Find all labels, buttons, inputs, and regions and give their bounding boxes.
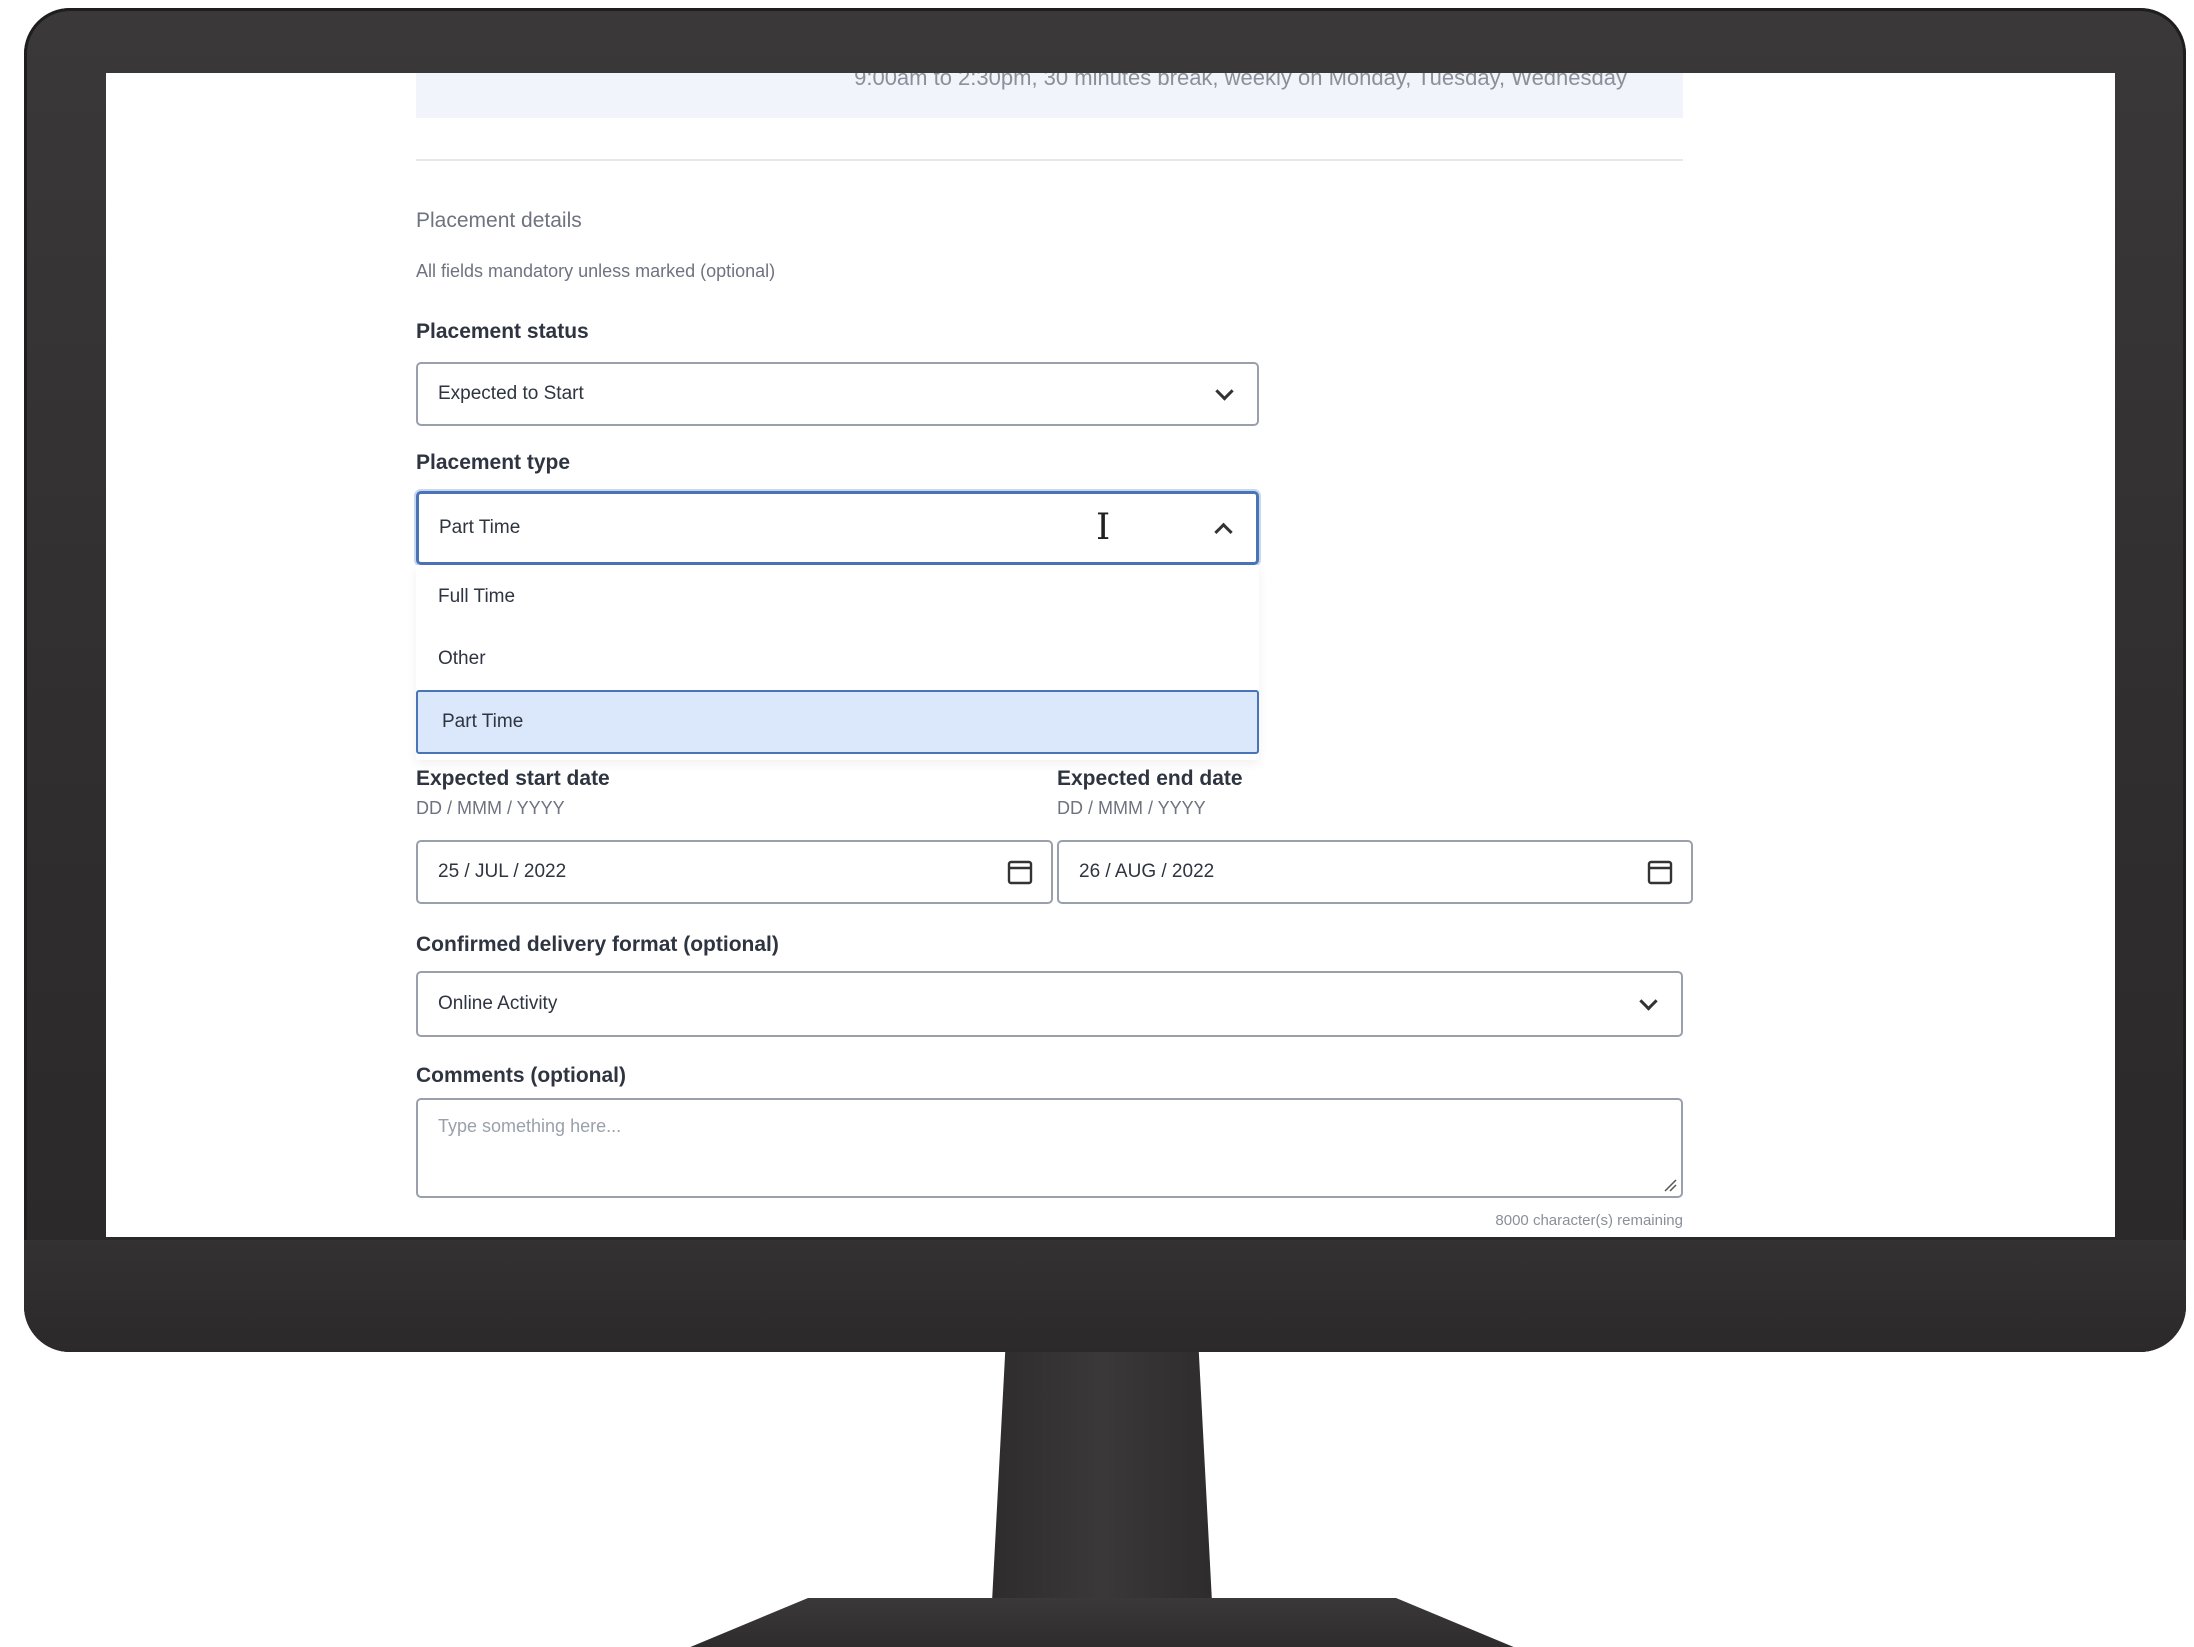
placement-type-dropdown: Full Time Other Part Time — [416, 565, 1259, 760]
calendar-icon[interactable] — [1647, 859, 1673, 885]
chevron-up-icon — [1214, 522, 1233, 542]
end-date-value: 26 / AUG / 2022 — [1079, 861, 1215, 882]
placement-type-select[interactable]: Part Time I — [416, 491, 1259, 565]
end-date-hint: DD / MMM / YYYY — [1057, 798, 1206, 818]
monitor-chin — [24, 1240, 2186, 1352]
delivery-format-label: Confirmed delivery format (optional) — [416, 933, 779, 956]
start-date-value: 25 / JUL / 2022 — [438, 861, 567, 882]
calendar-icon[interactable] — [1007, 859, 1033, 885]
placement-status-value: Expected to Start — [438, 383, 584, 404]
monitor-stand-neck — [992, 1352, 1212, 1602]
placement-type-label: Placement type — [416, 451, 571, 474]
start-date-input[interactable]: 25 / JUL / 2022 — [416, 840, 1053, 904]
schedule-summary-text: 9:00am to 2:30pm, 30 minutes break, week… — [854, 73, 1627, 90]
option-full-time[interactable]: Full Time — [416, 565, 1259, 629]
schedule-summary-panel: 9:00am to 2:30pm, 30 minutes break, week… — [416, 73, 1683, 118]
end-date-label: Expected end date — [1057, 767, 1243, 790]
placement-type-value: Part Time — [439, 517, 521, 538]
character-counter: 8000 character(s) remaining — [1495, 1212, 1683, 1229]
placement-status-label: Placement status — [416, 320, 589, 343]
delivery-format-value: Online Activity — [438, 993, 558, 1014]
end-date-input[interactable]: 26 / AUG / 2022 — [1057, 840, 1693, 904]
chevron-down-icon — [1639, 992, 1658, 1011]
comments-textarea[interactable]: Type something here... — [416, 1098, 1683, 1198]
screen: 9:00am to 2:30pm, 30 minutes break, week… — [106, 73, 2115, 1237]
comments-label: Comments (optional) — [416, 1064, 626, 1087]
comments-placeholder: Type something here... — [438, 1116, 622, 1136]
chevron-down-icon — [1215, 382, 1234, 401]
section-divider — [416, 159, 1683, 161]
section-subtitle: All fields mandatory unless marked (opti… — [416, 261, 776, 281]
monitor-stand-base — [690, 1598, 1514, 1647]
text-cursor-icon: I — [1096, 507, 1111, 548]
option-other[interactable]: Other — [416, 627, 1259, 691]
placement-status-select[interactable]: Expected to Start — [416, 362, 1259, 426]
option-part-time[interactable]: Part Time — [416, 690, 1259, 754]
delivery-format-select[interactable]: Online Activity — [416, 971, 1683, 1037]
resize-handle-icon[interactable] — [1661, 1176, 1677, 1192]
start-date-hint: DD / MMM / YYYY — [416, 798, 565, 818]
start-date-label: Expected start date — [416, 767, 610, 790]
section-title: Placement details — [416, 209, 582, 232]
